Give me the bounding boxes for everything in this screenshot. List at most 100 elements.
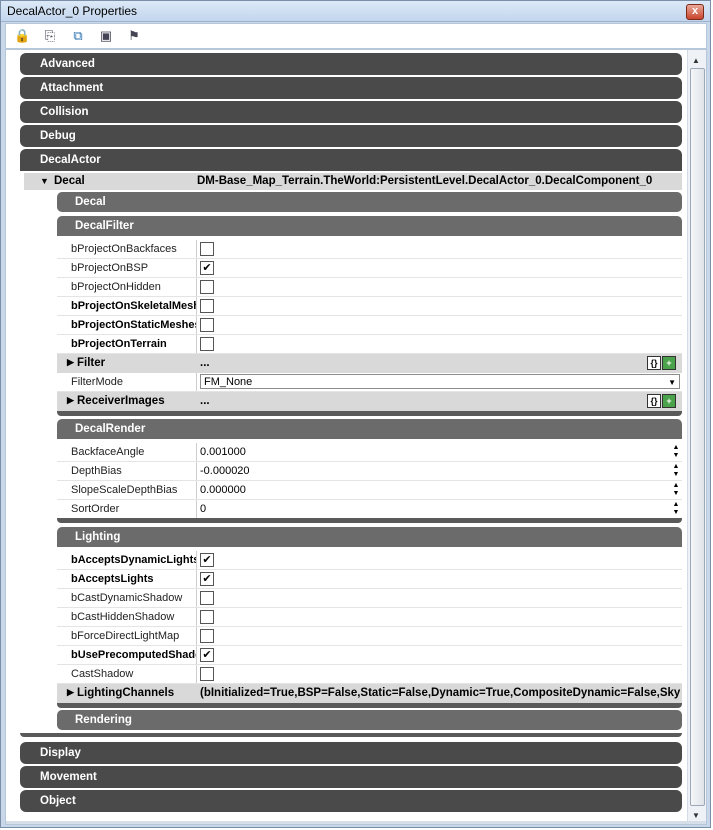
lighting-checkbox[interactable]	[200, 591, 214, 605]
filter-row: bProjectOnStaticMeshes	[57, 316, 682, 335]
category-display[interactable]: Display	[20, 742, 682, 764]
expand-icon[interactable]: ▶	[67, 395, 74, 406]
category-collision[interactable]: Collision	[20, 101, 682, 123]
decal-component-row[interactable]: ▼ Decal DM-Base_Map_Terrain.TheWorld:Per…	[24, 173, 682, 190]
subcat-rendering[interactable]: Rendering	[57, 710, 682, 730]
subcat-lighting[interactable]: Lighting	[57, 527, 682, 547]
filter-checkbox[interactable]	[200, 299, 214, 313]
expand-icon[interactable]: ▼	[40, 173, 49, 190]
title-bar[interactable]: DecalActor_0 Properties x	[1, 1, 710, 22]
section-end	[57, 518, 682, 523]
receiverimages-row[interactable]: ▶ ReceiverImages ... {} +	[57, 392, 682, 411]
filtermode-select[interactable]: FM_None ▼	[200, 374, 680, 389]
copy-icon[interactable]: ⎘	[42, 28, 58, 44]
receiverimages-label: ReceiverImages	[77, 395, 165, 407]
lighting-name: bAcceptsLights	[71, 573, 154, 585]
filter-name: bProjectOnStaticMeshes	[71, 319, 196, 331]
panel-bottom-edge	[6, 821, 706, 824]
scroll-thumb[interactable]	[690, 68, 705, 806]
decal-path: DM-Base_Map_Terrain.TheWorld:PersistentL…	[197, 175, 653, 187]
render-row: SortOrder 0 ▲ ▼	[57, 500, 682, 519]
decal-label: Decal	[54, 175, 85, 187]
filter-checkbox[interactable]: ✔	[200, 261, 214, 275]
lightingchannels-value: (bInitialized=True,BSP=False,Static=Fals…	[200, 687, 680, 699]
filter-checkbox[interactable]	[200, 337, 214, 351]
render-row: BackfaceAngle 0.001000 ▲ ▼	[57, 443, 682, 462]
section-end	[57, 703, 682, 708]
lighting-row: bUsePrecomputedShadows ✔	[57, 646, 682, 665]
category-attachment[interactable]: Attachment	[20, 77, 682, 99]
section-end	[57, 411, 682, 416]
scroll-down-icon[interactable]: ▼	[692, 811, 700, 820]
window-title: DecalActor_0 Properties	[7, 4, 138, 18]
section-end	[20, 733, 682, 737]
subcat-decalfilter[interactable]: DecalFilter	[57, 216, 682, 236]
filter-checkbox[interactable]	[200, 242, 214, 256]
subcat-decalrender[interactable]: DecalRender	[57, 419, 682, 439]
lighting-row: bCastDynamicShadow	[57, 589, 682, 608]
find-icon[interactable]: ⚑	[126, 28, 142, 44]
lighting-name: CastShadow	[71, 668, 134, 680]
lightingchannels-row[interactable]: ▶ LightingChannels (bInitialized=True,BS…	[57, 684, 682, 703]
filter-row: bProjectOnTerrain	[57, 335, 682, 354]
filtermode-row: FilterMode FM_None ▼	[57, 373, 682, 392]
property-panel: ▲ ▼ Advanced Attachment Collision Debug …	[5, 49, 707, 825]
filter-row: bProjectOnHidden	[57, 278, 682, 297]
lighting-row: bCastHiddenShadow	[57, 608, 682, 627]
filter-row: bProjectOnBackfaces	[57, 240, 682, 259]
lightingchannels-label: LightingChannels	[77, 687, 175, 699]
filter-checkbox[interactable]	[200, 318, 214, 332]
subcat-decal[interactable]: Decal	[57, 192, 682, 212]
render-row: SlopeScaleDepthBias 0.000000 ▲ ▼	[57, 481, 682, 500]
export-icon[interactable]: ▣	[98, 28, 114, 44]
close-button[interactable]: x	[686, 4, 704, 20]
spinner-icon[interactable]: ▲ ▼	[672, 444, 680, 460]
filtermode-value: FM_None	[204, 376, 253, 388]
render-row: DepthBias -0.000020 ▲ ▼	[57, 462, 682, 481]
render-value[interactable]: -0.000020	[200, 465, 250, 477]
vertical-scrollbar[interactable]: ▲ ▼	[687, 50, 706, 824]
category-decalactor[interactable]: DecalActor	[20, 149, 682, 171]
lighting-checkbox[interactable]: ✔	[200, 572, 214, 586]
lighting-checkbox[interactable]: ✔	[200, 648, 214, 662]
expand-icon[interactable]: ▶	[67, 357, 74, 368]
filter-checkbox[interactable]	[200, 280, 214, 294]
lighting-checkbox[interactable]	[200, 667, 214, 681]
filter-row: bProjectOnSkeletalMeshes	[57, 297, 682, 316]
lighting-checkbox[interactable]	[200, 610, 214, 624]
category-object[interactable]: Object	[20, 790, 682, 812]
chevron-down-icon[interactable]: ▼	[668, 375, 676, 390]
lock-icon[interactable]: 🔒	[14, 28, 30, 44]
filter-row: bProjectOnBSP ✔	[57, 259, 682, 278]
add-item-button[interactable]: +	[662, 356, 676, 370]
lighting-name: bUsePrecomputedShadows	[71, 649, 196, 661]
spinner-icon[interactable]: ▲ ▼	[672, 482, 680, 498]
lighting-checkbox[interactable]	[200, 629, 214, 643]
render-value[interactable]: 0.001000	[200, 446, 246, 458]
render-value[interactable]: 0	[200, 503, 206, 515]
filter-name: bProjectOnSkeletalMeshes	[71, 300, 196, 312]
view-icon[interactable]: ⧉	[70, 28, 86, 44]
lighting-name: bForceDirectLightMap	[71, 630, 180, 642]
empty-array-button[interactable]: {}	[647, 394, 661, 408]
filter-name: bProjectOnTerrain	[71, 338, 167, 350]
empty-array-button[interactable]: {}	[647, 356, 661, 370]
category-movement[interactable]: Movement	[20, 766, 682, 788]
expand-icon[interactable]: ▶	[67, 687, 74, 698]
category-debug[interactable]: Debug	[20, 125, 682, 147]
render-name: SortOrder	[71, 503, 120, 515]
lighting-checkbox[interactable]: ✔	[200, 553, 214, 567]
filtermode-label: FilterMode	[71, 376, 123, 388]
spinner-icon[interactable]: ▲ ▼	[672, 501, 680, 517]
filter-row[interactable]: ▶ Filter ... {} +	[57, 354, 682, 373]
lighting-row: bAcceptsDynamicLights ✔	[57, 551, 682, 570]
category-advanced[interactable]: Advanced	[20, 53, 682, 75]
scroll-up-icon[interactable]: ▲	[692, 56, 700, 65]
spinner-icon[interactable]: ▲ ▼	[672, 463, 680, 479]
filter-name: bProjectOnBackfaces	[71, 243, 177, 255]
add-item-button[interactable]: +	[662, 394, 676, 408]
filter-value: ...	[200, 357, 210, 369]
render-value[interactable]: 0.000000	[200, 484, 246, 496]
lighting-row: bForceDirectLightMap	[57, 627, 682, 646]
filter-label: Filter	[77, 357, 106, 369]
